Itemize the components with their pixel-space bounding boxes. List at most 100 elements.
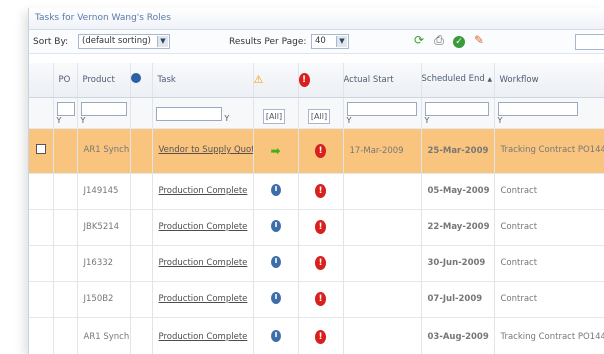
chevron-down-icon: ▼ bbox=[157, 36, 168, 47]
edit-icon[interactable]: ✎ bbox=[472, 33, 486, 47]
scheduled-end-cell: 25-Mar-2009 bbox=[421, 128, 495, 174]
alert-cell: ! bbox=[298, 128, 344, 174]
table-row[interactable]: J150B2 Production Complete ! 07-Jul-2009… bbox=[29, 281, 604, 318]
col-product-header[interactable]: Product bbox=[77, 63, 131, 98]
task-link[interactable]: Production Complete bbox=[159, 186, 248, 196]
pin-cell bbox=[130, 245, 153, 282]
col-scheduled-end-header[interactable]: Scheduled End ▲ bbox=[421, 63, 495, 98]
task-link[interactable]: Production Complete bbox=[159, 294, 248, 304]
actual-start-cell bbox=[343, 245, 422, 282]
table-row[interactable]: J16332 Production Complete ! 30-Jun-2009… bbox=[29, 245, 604, 282]
refresh-icon[interactable]: ⟳ bbox=[412, 33, 426, 47]
filter-icon[interactable]: Y bbox=[81, 116, 127, 125]
filter-pin bbox=[130, 97, 153, 129]
actual-start-cell bbox=[343, 317, 422, 354]
results-per-page-label: Results Per Page: bbox=[229, 37, 307, 47]
table-row[interactable]: AR1 Synchro Highback Production Complete… bbox=[29, 317, 604, 354]
filter-icon[interactable]: Y bbox=[57, 116, 74, 125]
status-cell: ➡ bbox=[253, 128, 299, 174]
table-row[interactable]: J149145 Production Complete ! 05-May-200… bbox=[29, 173, 604, 210]
filter-icon[interactable]: Y bbox=[347, 116, 418, 125]
row-select-cell bbox=[29, 173, 54, 210]
row-select-cell bbox=[29, 245, 54, 282]
pin-icon bbox=[130, 73, 141, 84]
sort-by-label: Sort By: bbox=[33, 37, 69, 47]
filter-warning: [All] bbox=[253, 97, 299, 129]
filter-icon[interactable]: Y bbox=[498, 116, 604, 125]
clock-icon bbox=[270, 329, 281, 342]
filter-workflow: Y bbox=[494, 97, 604, 129]
row-select-cell bbox=[29, 317, 54, 354]
task-link[interactable]: Production Complete bbox=[159, 332, 248, 342]
product-cell: AR1 Synchro Highback bbox=[77, 128, 131, 174]
clock-icon bbox=[270, 291, 281, 304]
product-cell: J150B2 bbox=[77, 281, 131, 318]
status-cell bbox=[253, 173, 299, 210]
task-cell: Production Complete bbox=[152, 209, 254, 246]
actual-start-cell: 17-Mar-2009 bbox=[343, 128, 422, 174]
filter-po: Y bbox=[53, 97, 78, 129]
task-cell: Production Complete bbox=[152, 173, 254, 210]
task-link[interactable]: Vendor to Supply Quote bbox=[159, 145, 253, 155]
status-cell bbox=[253, 245, 299, 282]
warning-filter-select[interactable]: [All] bbox=[262, 108, 286, 124]
row-select-cell bbox=[29, 209, 54, 246]
product-cell: JBK5214 bbox=[77, 209, 131, 246]
workflow-cell: Tracking Contract PO1444 bbox=[494, 317, 604, 354]
table-row[interactable]: JBK5214 Production Complete ! 22-May-200… bbox=[29, 209, 604, 246]
scheduled-end-label: Scheduled End bbox=[421, 74, 485, 85]
task-cell: Production Complete bbox=[152, 317, 254, 354]
pin-cell bbox=[130, 128, 153, 174]
pin-cell bbox=[130, 317, 153, 354]
row-checkbox[interactable] bbox=[35, 144, 46, 154]
col-workflow-header[interactable]: Workflow bbox=[494, 63, 604, 98]
sort-ascending-icon: ▲ bbox=[487, 76, 493, 84]
sort-by-value: (default sorting) bbox=[82, 36, 151, 46]
alert-icon: ! bbox=[315, 256, 326, 270]
approve-icon[interactable]: ✓ bbox=[452, 33, 466, 48]
row-select-cell bbox=[29, 281, 54, 318]
print-icon[interactable]: ⎙ bbox=[432, 33, 446, 47]
search-input[interactable] bbox=[575, 34, 604, 50]
task-link[interactable]: Production Complete bbox=[159, 222, 248, 232]
product-filter-input[interactable] bbox=[80, 101, 127, 116]
workflow-cell: Tracking Contract PO1444 bbox=[494, 128, 604, 174]
alert-cell: ! bbox=[298, 173, 344, 210]
po-cell bbox=[53, 281, 78, 318]
col-po-header[interactable]: PO bbox=[53, 63, 78, 98]
scheduled-end-cell: 22-May-2009 bbox=[421, 209, 495, 246]
col-warning-header[interactable]: ⚠ bbox=[253, 63, 299, 98]
task-filter-input[interactable] bbox=[155, 106, 222, 121]
filter-task: Y bbox=[152, 97, 254, 129]
workflow-cell: Contract bbox=[494, 209, 604, 246]
clock-icon bbox=[270, 183, 281, 196]
alert-cell: ! bbox=[298, 245, 344, 282]
col-actual-start-header[interactable]: Actual Start bbox=[343, 63, 422, 98]
scheduled-end-filter-input[interactable] bbox=[424, 101, 489, 116]
product-cell: AR1 Synchro Highback bbox=[77, 317, 131, 354]
actual-start-cell bbox=[343, 209, 422, 246]
task-cell: Vendor to Supply Quote bbox=[152, 128, 254, 174]
alert-filter-select[interactable]: [All] bbox=[307, 108, 331, 124]
filter-icon[interactable]: Y bbox=[224, 114, 229, 123]
task-link[interactable]: Production Complete bbox=[159, 258, 248, 268]
filter-icon[interactable]: Y bbox=[425, 116, 491, 125]
results-per-page-select[interactable]: 40 ▼ bbox=[311, 34, 349, 49]
alert-icon: ! bbox=[315, 330, 326, 344]
actual-start-filter-input[interactable] bbox=[346, 101, 417, 116]
scheduled-end-cell: 05-May-2009 bbox=[421, 173, 495, 210]
alert-cell: ! bbox=[298, 281, 344, 318]
table-row[interactable]: AR1 Synchro Highback Vendor to Supply Qu… bbox=[29, 128, 604, 174]
workflow-filter-input[interactable] bbox=[497, 101, 578, 116]
col-task-header[interactable]: Task bbox=[152, 63, 254, 98]
clock-icon bbox=[270, 255, 281, 268]
sort-by-select[interactable]: (default sorting) ▼ bbox=[78, 34, 170, 49]
chevron-down-icon: ▼ bbox=[336, 36, 347, 47]
alert-cell: ! bbox=[298, 209, 344, 246]
col-alert-header[interactable]: ! bbox=[298, 63, 344, 98]
actual-start-cell bbox=[343, 281, 422, 318]
col-pin-header[interactable] bbox=[130, 63, 153, 98]
tasks-panel: Tasks for Vernon Wang's Roles Sort By: (… bbox=[28, 8, 604, 354]
po-filter-input[interactable] bbox=[56, 101, 75, 116]
alert-cell: ! bbox=[298, 317, 344, 354]
